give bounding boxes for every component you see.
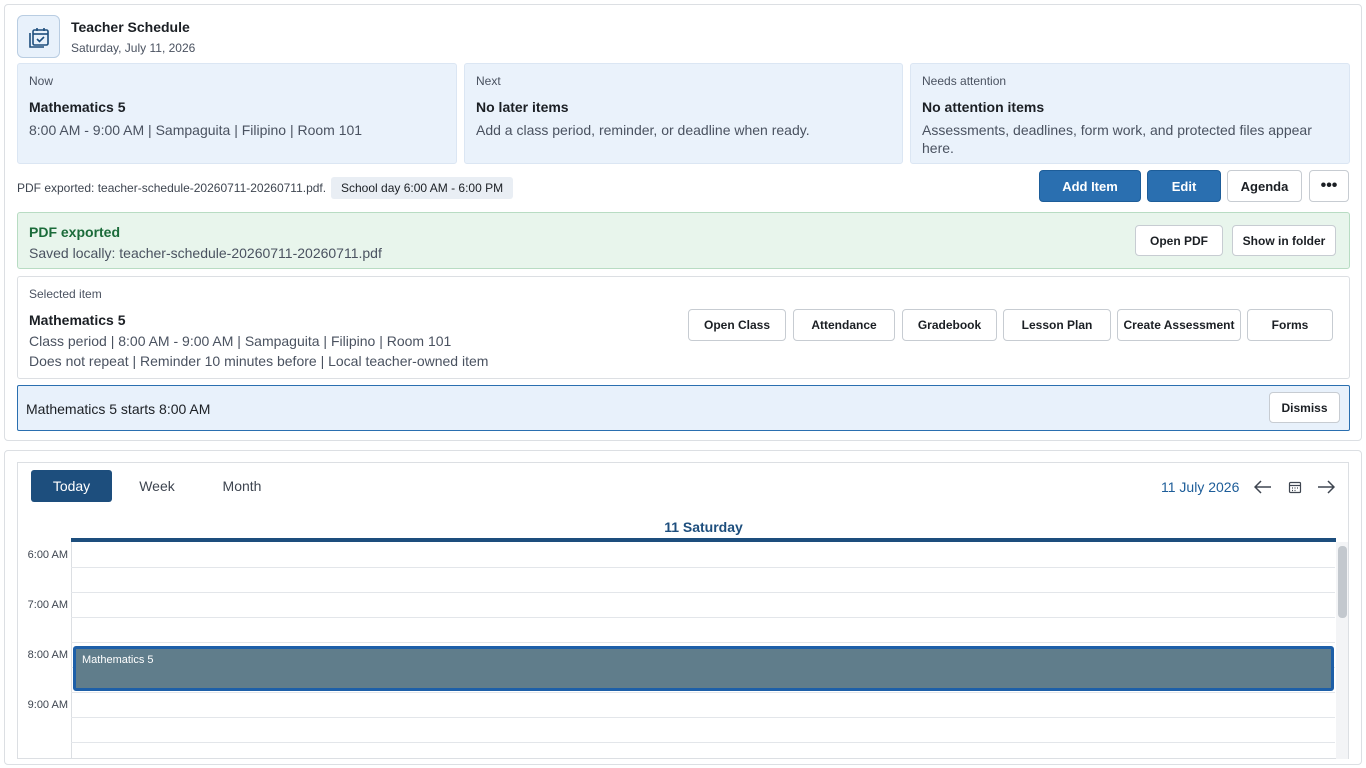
attention-card-title: No attention items xyxy=(922,99,1045,115)
calendar-event[interactable]: Mathematics 5 xyxy=(73,646,1334,691)
attention-card-text: Assessments, deadlines, form work, and p… xyxy=(922,122,1312,156)
day-time-grid: 6:00 AM 7:00 AM 8:00 AM 9:00 AM Mathemat… xyxy=(18,542,1348,759)
open-pdf-button[interactable]: Open PDF xyxy=(1135,225,1223,256)
hour-line xyxy=(71,742,1335,743)
tab-week[interactable]: Week xyxy=(123,470,191,502)
calendar-check-icon xyxy=(17,15,60,58)
reminder-text: Mathematics 5 starts 8:00 AM xyxy=(26,401,211,417)
hour-label: 6:00 AM xyxy=(27,549,68,561)
half-hour-line xyxy=(71,567,1335,568)
lesson-plan-button[interactable]: Lesson Plan xyxy=(1003,309,1111,341)
selected-item-label: Selected item xyxy=(29,287,102,301)
grid-scrollbar-thumb[interactable] xyxy=(1338,546,1347,618)
page-title: Teacher Schedule xyxy=(71,19,190,35)
school-day-badge: School day 6:00 AM - 6:00 PM xyxy=(331,177,514,199)
more-options-button[interactable]: ••• xyxy=(1309,170,1349,202)
attention-card-label: Needs attention xyxy=(922,74,1007,88)
selected-item-details: Class period | 8:00 AM - 9:00 AM | Sampa… xyxy=(29,333,452,349)
export-banner-text: Saved locally: teacher-schedule-20260711… xyxy=(29,245,382,261)
reminder-banner: Mathematics 5 starts 8:00 AM Dismiss xyxy=(17,385,1350,431)
tab-month[interactable]: Month xyxy=(203,470,281,502)
half-hour-line xyxy=(71,617,1335,618)
half-hour-line xyxy=(71,717,1335,718)
export-status-text: PDF exported: teacher-schedule-20260711-… xyxy=(17,181,327,195)
next-card-text: Add a class period, reminder, or deadlin… xyxy=(476,122,810,138)
calendar-panel: Today Week Month 11 July 2026 11 Saturda… xyxy=(4,450,1362,765)
now-card-label: Now xyxy=(29,74,54,88)
open-class-button[interactable]: Open Class xyxy=(688,309,786,341)
arrow-left-icon[interactable] xyxy=(1252,476,1274,498)
selected-item-title: Mathematics 5 xyxy=(29,312,126,328)
hour-label: 7:00 AM xyxy=(27,599,68,611)
dismiss-button[interactable]: Dismiss xyxy=(1269,392,1340,423)
day-column-header: 11 Saturday xyxy=(664,519,743,535)
hour-line xyxy=(71,592,1335,593)
calendar-picker-icon[interactable] xyxy=(1284,476,1306,498)
hour-line xyxy=(71,692,1335,693)
export-banner-title: PDF exported xyxy=(29,224,121,240)
show-in-folder-button[interactable]: Show in folder xyxy=(1232,225,1336,256)
calendar-event-title: Mathematics 5 xyxy=(82,654,154,666)
needs-attention-card: Needs attention No attention items Asses… xyxy=(910,63,1350,164)
calendar-current-date[interactable]: 11 July 2026 xyxy=(1161,479,1239,495)
agenda-button[interactable]: Agenda xyxy=(1227,170,1302,202)
page-date: Saturday, July 11, 2026 xyxy=(71,41,196,55)
more-icon: ••• xyxy=(1320,177,1338,194)
schedule-summary-panel: Teacher Schedule Saturday, July 11, 2026… xyxy=(4,4,1362,441)
now-card: Now Mathematics 5 8:00 AM - 9:00 AM | Sa… xyxy=(17,63,457,164)
hour-label: 8:00 AM xyxy=(27,649,68,661)
create-assessment-button[interactable]: Create Assessment xyxy=(1117,309,1241,341)
selected-item-panel: Selected item Mathematics 5 Class period… xyxy=(17,276,1350,379)
calendar-view: Today Week Month 11 July 2026 11 Saturda… xyxy=(17,462,1349,759)
now-card-title: Mathematics 5 xyxy=(29,99,126,115)
attendance-button[interactable]: Attendance xyxy=(793,309,895,341)
tab-today[interactable]: Today xyxy=(31,470,112,502)
arrow-right-icon[interactable] xyxy=(1315,476,1337,498)
now-card-text: 8:00 AM - 9:00 AM | Sampaguita | Filipin… xyxy=(29,122,363,138)
next-card: Next No later items Add a class period, … xyxy=(464,63,903,164)
hour-label: 9:00 AM xyxy=(27,699,68,711)
edit-button[interactable]: Edit xyxy=(1147,170,1221,202)
add-item-button[interactable]: Add Item xyxy=(1039,170,1141,202)
next-card-label: Next xyxy=(476,74,501,88)
next-card-title: No later items xyxy=(476,99,569,115)
forms-button[interactable]: Forms xyxy=(1247,309,1333,341)
selected-item-meta: Does not repeat | Reminder 10 minutes be… xyxy=(29,353,489,369)
gradebook-button[interactable]: Gradebook xyxy=(902,309,997,341)
pdf-exported-banner: PDF exported Saved locally: teacher-sche… xyxy=(17,212,1350,269)
hour-line xyxy=(71,642,1335,643)
